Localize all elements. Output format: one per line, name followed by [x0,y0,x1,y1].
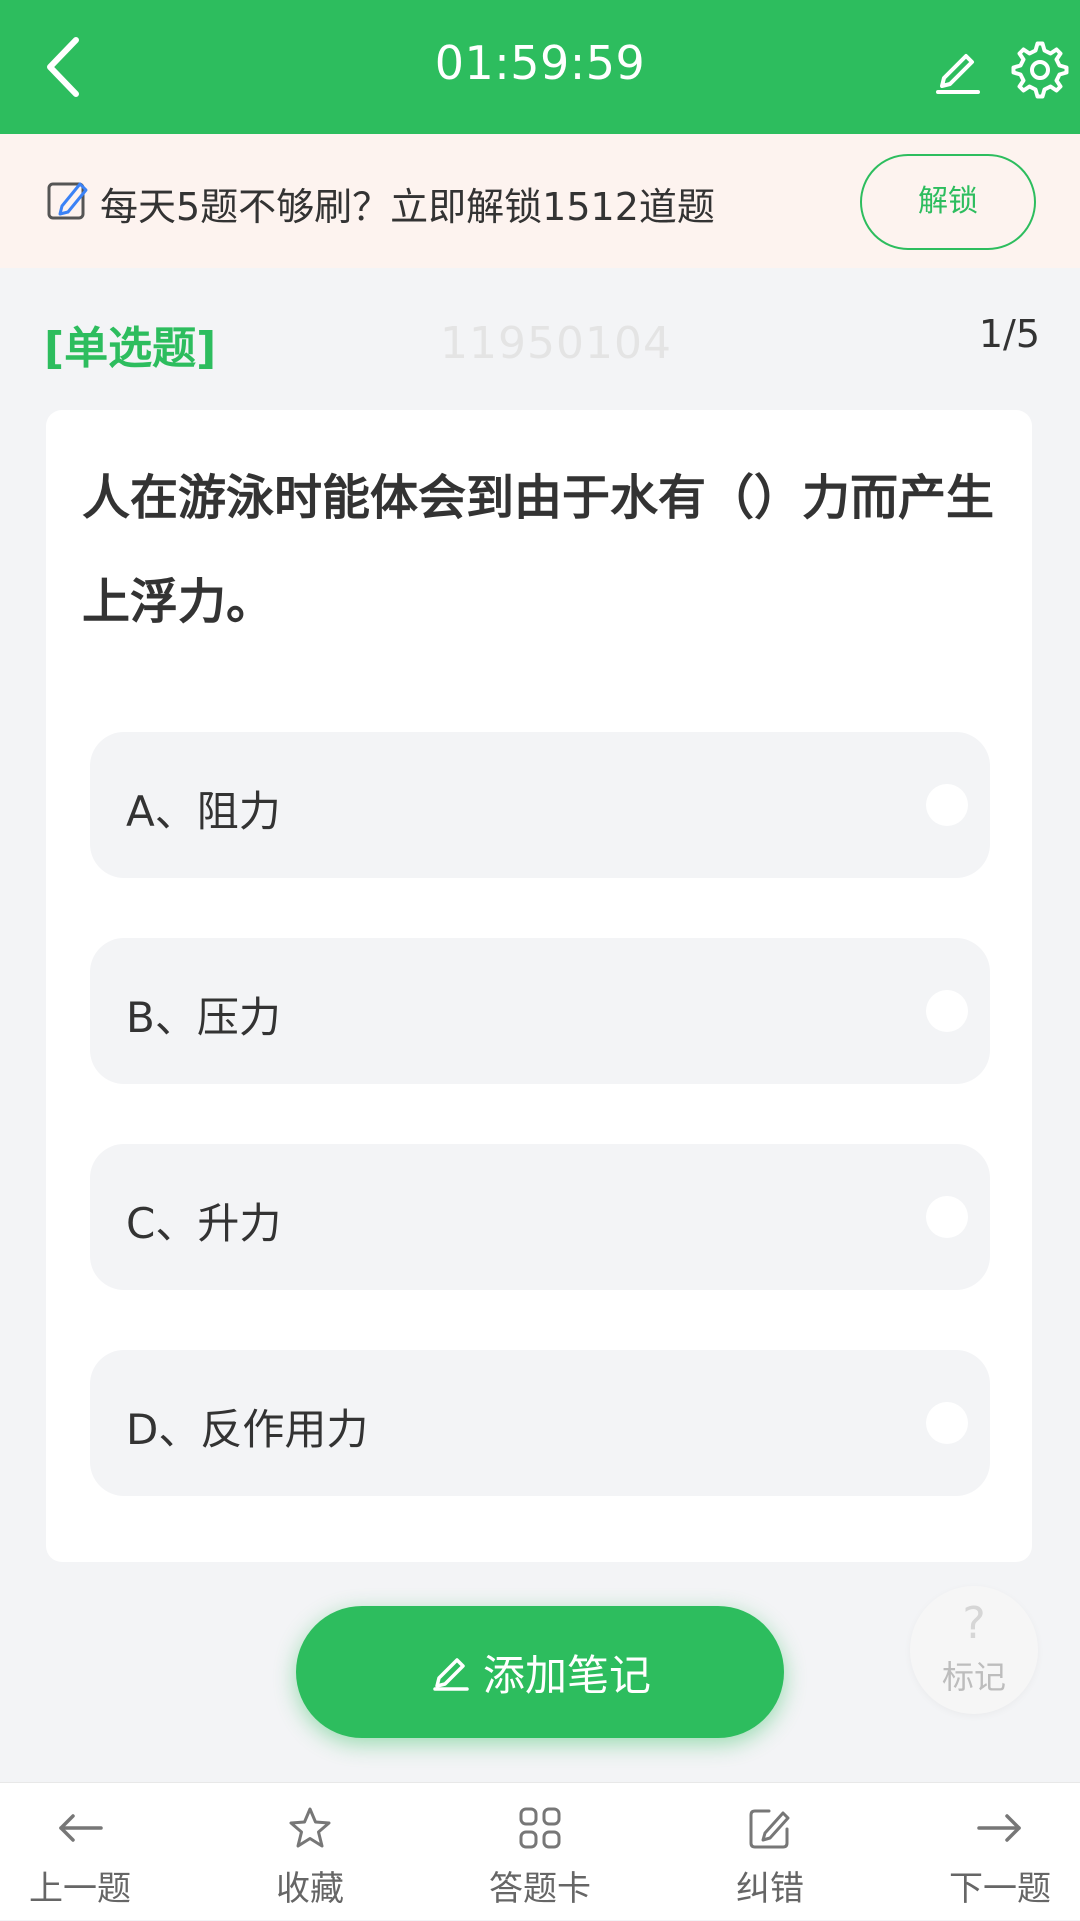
promo-banner: 每天5题不够刷？立即解锁1512道题 解锁 [0,134,1080,268]
question-progress: 1/5 [978,312,1040,356]
top-bar: 01:59:59 [0,0,1080,134]
grid-icon [440,1805,640,1851]
pencil-icon [429,1648,473,1696]
gear-icon[interactable] [1010,40,1070,100]
countdown-timer: 01:59:59 [434,36,646,90]
promo-text: 每天5题不够刷？立即解锁1512道题 [100,185,715,229]
nav-next-question[interactable]: 下一题 [900,1783,1080,1921]
radio-circle-icon[interactable] [926,990,968,1032]
question-text: 人在游泳时能体会到由于水有（）力而产生上浮力。 [82,470,995,630]
radio-circle-icon[interactable] [926,1196,968,1238]
radio-circle-icon[interactable] [926,1402,968,1444]
nav-report-error[interactable]: 纠错 [670,1783,870,1921]
bottom-nav: 上一题 收藏 答题卡 纠错 下一题 [0,1782,1080,1920]
mark-button[interactable]: ? 标记 [910,1586,1038,1714]
arrow-left-icon [0,1805,180,1851]
nav-favorite[interactable]: 收藏 [210,1783,410,1921]
option-label: B、压力 [126,993,281,1042]
option-b[interactable]: B、压力 [90,938,990,1084]
arrow-right-icon [900,1805,1080,1851]
nav-label: 答题卡 [489,1869,591,1909]
option-label: C、升力 [126,1199,282,1248]
mark-label: 标记 [941,1658,1006,1696]
nav-prev-question[interactable]: 上一题 [0,1783,180,1921]
pencil-icon[interactable] [930,40,986,96]
option-a[interactable]: A、阻力 [90,732,990,878]
nav-label: 收藏 [276,1869,344,1909]
nav-label: 纠错 [736,1869,804,1909]
unlock-button[interactable]: 解锁 [860,154,1036,250]
edit-icon [670,1805,870,1851]
question-id: 11950104 [440,318,672,369]
option-d[interactable]: D、反作用力 [90,1350,990,1496]
question-mark-icon: ? [962,1598,986,1649]
nav-label: 下一题 [949,1869,1051,1909]
nav-label: 上一题 [29,1869,131,1909]
option-label: D、反作用力 [126,1405,369,1454]
radio-circle-icon[interactable] [926,784,968,826]
question-card: 人在游泳时能体会到由于水有（）力而产生上浮力。 A、阻力 B、压力 C、升力 D… [46,410,1032,1562]
star-icon [210,1805,410,1851]
add-note-button[interactable]: 添加笔记 [296,1606,784,1738]
question-type: [单选题] [44,323,217,374]
edit-note-icon [46,178,90,226]
add-note-label: 添加笔记 [482,1650,651,1700]
nav-answer-card[interactable]: 答题卡 [440,1783,640,1921]
option-label: A、阻力 [126,787,281,836]
option-c[interactable]: C、升力 [90,1144,990,1290]
